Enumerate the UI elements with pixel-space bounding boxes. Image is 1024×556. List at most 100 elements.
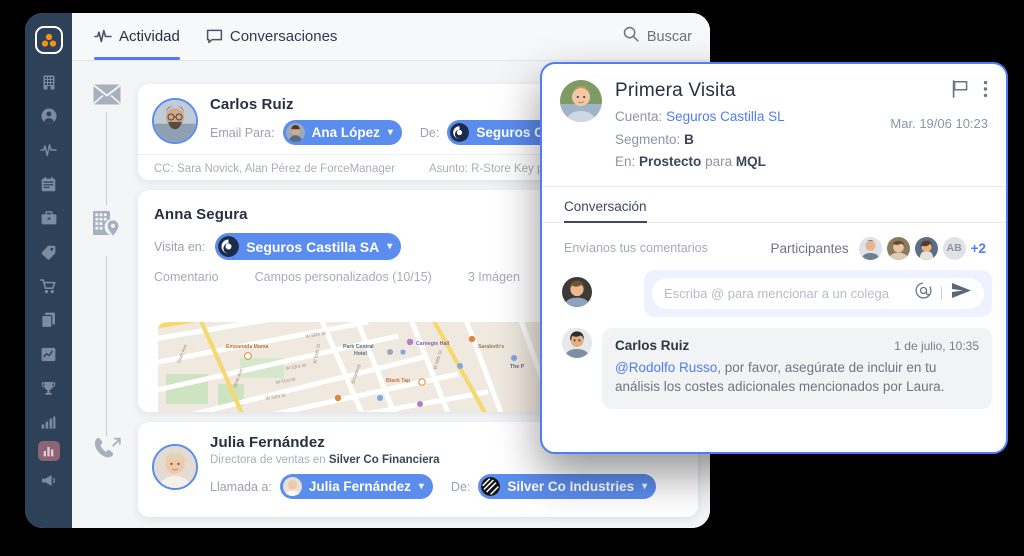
field-value: B	[684, 131, 694, 147]
field-label: En:	[615, 154, 636, 170]
call-role-company: Silver Co Financiera	[328, 454, 440, 466]
field-label: Cuenta:	[615, 109, 663, 124]
participant-avatar[interactable]	[858, 236, 882, 260]
avatar	[560, 80, 602, 122]
comment-input[interactable]: Escriba @ para mencionar a un colega	[664, 286, 915, 301]
chip-call-from[interactable]: Silver Co Industries ▾	[478, 474, 657, 499]
divider	[941, 286, 942, 300]
building-location-icon	[92, 210, 122, 237]
sidebar-item-companies[interactable]	[32, 67, 66, 97]
svg-text:Carnegie Hall: Carnegie Hall	[416, 341, 450, 347]
sidebar-item-news[interactable]	[32, 465, 66, 495]
participants-more[interactable]: +2	[971, 241, 986, 256]
stage-from: Prostecto	[639, 154, 702, 170]
chip-email-to[interactable]: Ana López ▾	[282, 120, 402, 145]
panel-field-cuenta: Cuenta: Seguros Castilla SL	[615, 109, 877, 125]
comment-text-wrap: @Rodolfo Russo, por favor, asegúrate de …	[615, 358, 979, 397]
tab-actividad[interactable]: Actividad	[94, 13, 180, 60]
divider	[542, 185, 1006, 187]
chevron-down-icon: ▾	[642, 481, 648, 492]
chevron-down-icon: ▾	[387, 241, 393, 252]
account-link[interactable]: Seguros Castilla SL	[666, 109, 785, 124]
call-from-label: De:	[450, 479, 471, 494]
chip-visit-account[interactable]: Seguros Castilla SA ▾	[215, 233, 402, 260]
svg-text:Empanada Mama: Empanada Mama	[226, 344, 268, 350]
avatar	[152, 443, 198, 490]
megaphone-icon	[41, 474, 57, 487]
avatar	[152, 97, 198, 144]
timeline-icon-call	[89, 431, 125, 467]
comment-author: Carlos Ruiz	[615, 337, 690, 353]
envelope-icon	[93, 84, 121, 105]
more-vertical-icon[interactable]	[983, 80, 988, 103]
chip-label: Seguros Castilla SA	[246, 238, 380, 255]
participant-avatar[interactable]	[914, 236, 938, 260]
forcemanager-logo[interactable]	[34, 26, 63, 54]
sidebar-item-activity[interactable]	[32, 135, 66, 165]
activity-pulse-icon	[94, 29, 112, 44]
sidebar-item-dashboard[interactable]	[37, 441, 60, 461]
comment-composer[interactable]: Escriba @ para mencionar a un colega	[644, 269, 992, 317]
subtab-campos[interactable]: Campos personalizados (10/15)	[255, 270, 432, 284]
search-input[interactable]: Buscar	[647, 29, 692, 45]
comment-item: Carlos Ruiz 1 de julio, 10:35 @Rodolfo R…	[562, 327, 992, 409]
comment-mention[interactable]: @Rodolfo Russo	[615, 360, 717, 375]
participants[interactable]: Participantes AB +2	[770, 236, 986, 260]
screen-background: Actividad Conversaciones Buscar Carlos R…	[0, 0, 1024, 556]
tab-conversacion[interactable]: Conversación	[564, 199, 647, 223]
sidebar-item-analytics[interactable]	[32, 339, 66, 369]
sidebar-item-calendar[interactable]	[32, 169, 66, 199]
sidebar-item-products[interactable]	[32, 237, 66, 267]
email-cc: CC: Sara Novick, Alan Pérez de ForceMana…	[154, 163, 395, 175]
tab-label: Conversaciones	[229, 28, 338, 45]
svg-text:Park Central: Park Central	[343, 344, 374, 350]
activity-detail-panel[interactable]: Primera Visita Cuenta: Seguros Castilla …	[540, 62, 1008, 454]
subtab-comentario[interactable]: Comentario	[154, 270, 219, 284]
current-user-avatar	[562, 276, 592, 307]
panel-title: Primera Visita	[615, 80, 736, 101]
comment-hint: Envíanos tus comentarios	[564, 241, 708, 256]
participants-row: Envíanos tus comentarios Participantes A…	[542, 223, 1006, 260]
sidebar-item-orders[interactable]	[32, 271, 66, 301]
activity-pulse-icon	[40, 143, 57, 157]
subtab-imagenes[interactable]: 3 Imágen	[468, 270, 520, 284]
sidebar-item-contacts[interactable]	[32, 101, 66, 131]
field-label: Segmento:	[615, 131, 681, 147]
company-logo-icon	[450, 123, 470, 142]
user-circle-icon	[41, 108, 57, 124]
chip-call-to[interactable]: Julia Fernández ▾	[279, 474, 433, 499]
panel-date: Mar. 19/06 10:23	[890, 116, 988, 131]
flag-icon[interactable]	[952, 80, 969, 103]
chip-avatar	[285, 123, 305, 142]
participant-avatar[interactable]	[886, 236, 910, 260]
svg-text:The P: The P	[510, 364, 525, 370]
participant-initials[interactable]: AB	[942, 236, 966, 260]
briefcase-icon	[41, 211, 57, 225]
search-icon	[623, 26, 639, 47]
sidebar-item-goals[interactable]	[32, 373, 66, 403]
trophy-icon	[41, 381, 56, 396]
comment-time: 1 de julio, 10:35	[894, 338, 979, 353]
visit-at-label: Visita en:	[154, 239, 206, 254]
at-sign-icon[interactable]	[915, 282, 932, 304]
chip-label: Silver Co Industries	[507, 479, 635, 494]
participants-label: Participantes	[770, 240, 849, 256]
panel-header: Primera Visita Cuenta: Seguros Castilla …	[542, 64, 1006, 180]
call-to-label: Llamada a:	[210, 479, 272, 494]
sidebar-item-opportunities[interactable]	[32, 203, 66, 233]
comment-avatar	[562, 327, 592, 358]
search-box[interactable]: Buscar	[623, 26, 692, 47]
cart-icon	[40, 278, 57, 294]
panel-field-segmento: Segmento: B	[615, 132, 877, 148]
timeline-icon-visit	[89, 205, 125, 241]
sidebar	[25, 13, 72, 528]
chevron-down-icon: ▾	[418, 481, 424, 492]
phone-outgoing-icon	[92, 436, 122, 462]
tab-conversaciones[interactable]: Conversaciones	[206, 13, 338, 60]
dashboard-icon	[43, 446, 54, 457]
building-icon	[42, 75, 56, 90]
send-icon[interactable]	[951, 282, 972, 304]
sidebar-item-documents[interactable]	[32, 305, 66, 335]
stage-to: MQL	[735, 154, 766, 170]
sidebar-item-reports[interactable]	[32, 407, 66, 437]
